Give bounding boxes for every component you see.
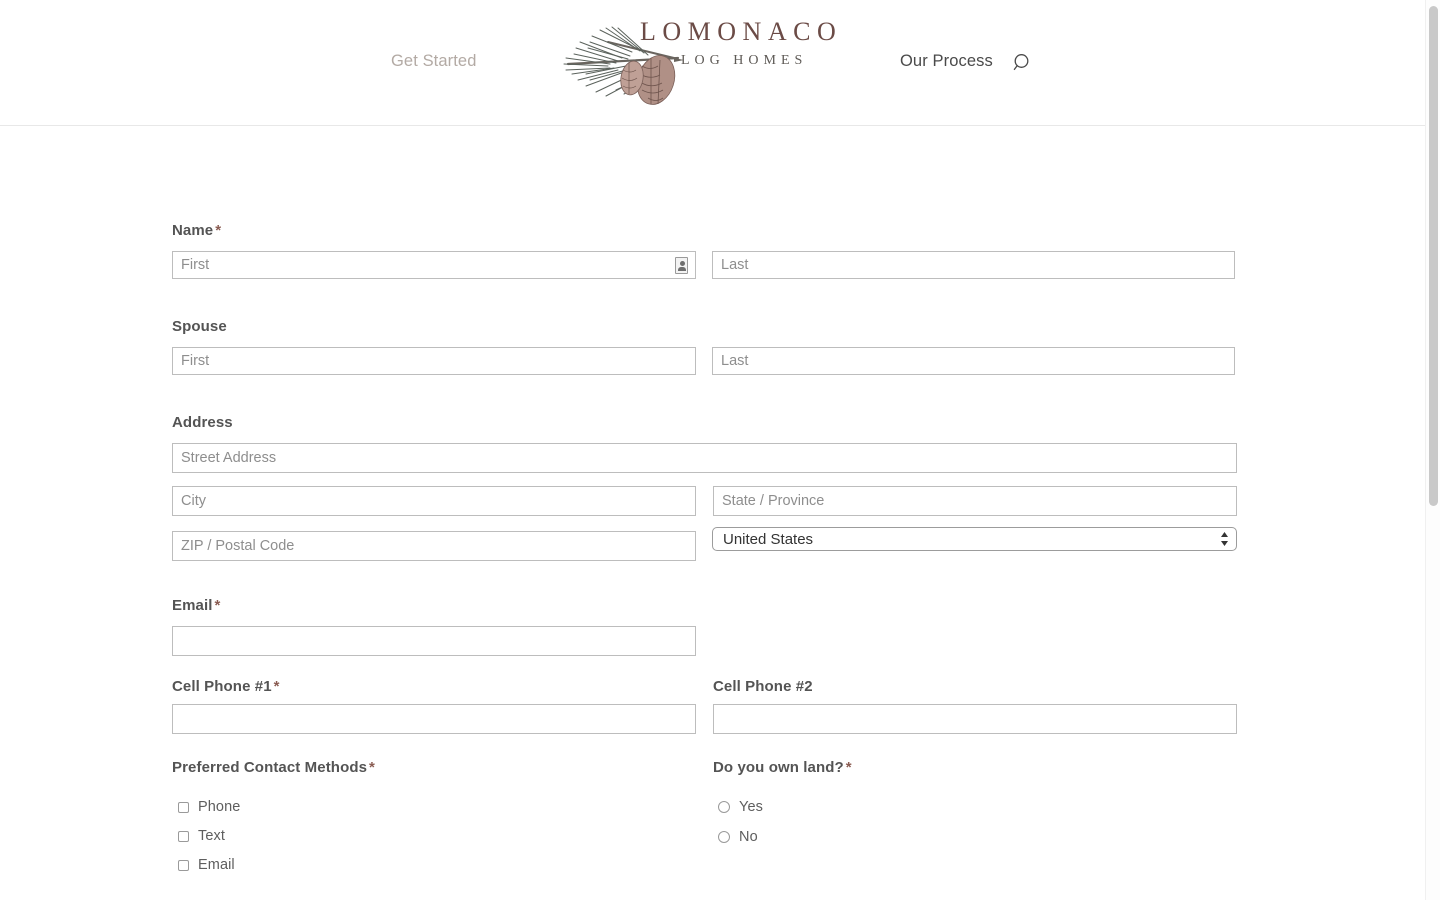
row-city-state: [172, 486, 1237, 531]
label-own-land-text: Do you own land?: [713, 759, 844, 776]
form-fields: Name* Spouse Address: [172, 222, 1237, 895]
nav-item-our-process[interactable]: Our Process: [900, 52, 993, 71]
checkbox-box-icon[interactable]: [178, 859, 189, 871]
address-country-select[interactable]: United States: [712, 527, 1237, 551]
page-scrollbar[interactable]: [1425, 0, 1440, 900]
search-icon[interactable]: [1012, 52, 1034, 74]
label-cell-phone-1: Cell Phone #1 *: [172, 678, 280, 696]
row-choice-labels: Preferred Contact Methods * Do you own la…: [172, 759, 1237, 785]
required-asterisk: *: [845, 759, 852, 776]
contact-card-icon[interactable]: [675, 257, 688, 274]
label-email-text: Email: [172, 597, 213, 614]
nav-item-get-started[interactable]: Get Started: [391, 52, 476, 71]
address-city-input[interactable]: [172, 486, 696, 516]
checkbox-box-icon[interactable]: [178, 830, 189, 842]
checkbox-email[interactable]: Email: [178, 854, 578, 876]
checkbox-label: Email: [198, 857, 235, 873]
radio-label: No: [739, 829, 758, 845]
radio-circle-icon[interactable]: [718, 801, 730, 813]
page-viewport: Get Started LOMONACO LOG HOMES Our Proce…: [0, 0, 1425, 900]
row-name: [172, 251, 1237, 294]
logo-wordmark: LOMONACO: [640, 17, 843, 46]
row-email: [172, 626, 1237, 678]
cell-phone-2-input[interactable]: [713, 704, 1237, 734]
row-phones: [172, 704, 1237, 759]
spouse-last-input[interactable]: [712, 347, 1235, 375]
row-street: [172, 443, 1237, 486]
cell-phone-1-input[interactable]: [172, 704, 696, 734]
row-spouse: [172, 347, 1237, 390]
checkbox-phone[interactable]: Phone: [178, 796, 578, 818]
label-spouse: Spouse: [172, 318, 227, 335]
radio-circle-icon[interactable]: [718, 831, 730, 843]
required-asterisk: *: [214, 597, 221, 614]
address-zip-input[interactable]: [172, 531, 696, 561]
address-state-input[interactable]: [713, 486, 1237, 516]
name-first-input[interactable]: [172, 251, 696, 279]
label-cell-phone-1-text: Cell Phone #1: [172, 678, 272, 695]
required-asterisk: *: [215, 222, 222, 239]
label-preferred-contact-text: Preferred Contact Methods: [172, 759, 368, 776]
name-last-input[interactable]: [712, 251, 1235, 279]
checkbox-box-icon[interactable]: [178, 801, 189, 813]
label-preferred-contact: Preferred Contact Methods *: [172, 759, 375, 777]
spouse-first-input[interactable]: [172, 347, 696, 375]
required-asterisk: *: [273, 678, 280, 695]
email-input[interactable]: [172, 626, 696, 656]
address-street-input[interactable]: [172, 443, 1237, 473]
radio-no[interactable]: No: [718, 826, 1118, 848]
radio-label: Yes: [739, 799, 763, 815]
checkbox-text[interactable]: Text: [178, 825, 578, 847]
checkbox-label: Phone: [198, 799, 241, 815]
logo-tagline: LOG HOMES: [681, 53, 808, 68]
preferred-contact-group: Phone Text Email: [178, 796, 578, 883]
required-asterisk: *: [369, 759, 375, 776]
label-email: Email *: [172, 597, 1237, 615]
row-phone-labels: Cell Phone #1 * Cell Phone #2: [172, 678, 1237, 704]
label-address: Address: [172, 414, 233, 431]
label-name-text: Name: [172, 222, 214, 239]
row-zip-country: United States: [172, 527, 1237, 579]
site-header: Get Started LOMONACO LOG HOMES Our Proce…: [0, 0, 1425, 126]
header-inner: Get Started LOMONACO LOG HOMES Our Proce…: [0, 0, 1425, 126]
radio-yes[interactable]: Yes: [718, 796, 1118, 818]
row-choices: Phone Text Email Yes No: [172, 785, 1237, 895]
site-logo[interactable]: LOMONACO LOG HOMES: [556, 18, 836, 108]
label-name: Name *: [172, 222, 1237, 240]
label-cell-phone-2: Cell Phone #2: [713, 678, 813, 695]
checkbox-label: Text: [198, 828, 225, 844]
scrollbar-thumb[interactable]: [1429, 6, 1438, 506]
own-land-group: Yes No: [718, 796, 1118, 855]
contact-form: Name* Spouse Address: [0, 126, 1425, 900]
label-own-land: Do you own land? *: [713, 759, 852, 777]
